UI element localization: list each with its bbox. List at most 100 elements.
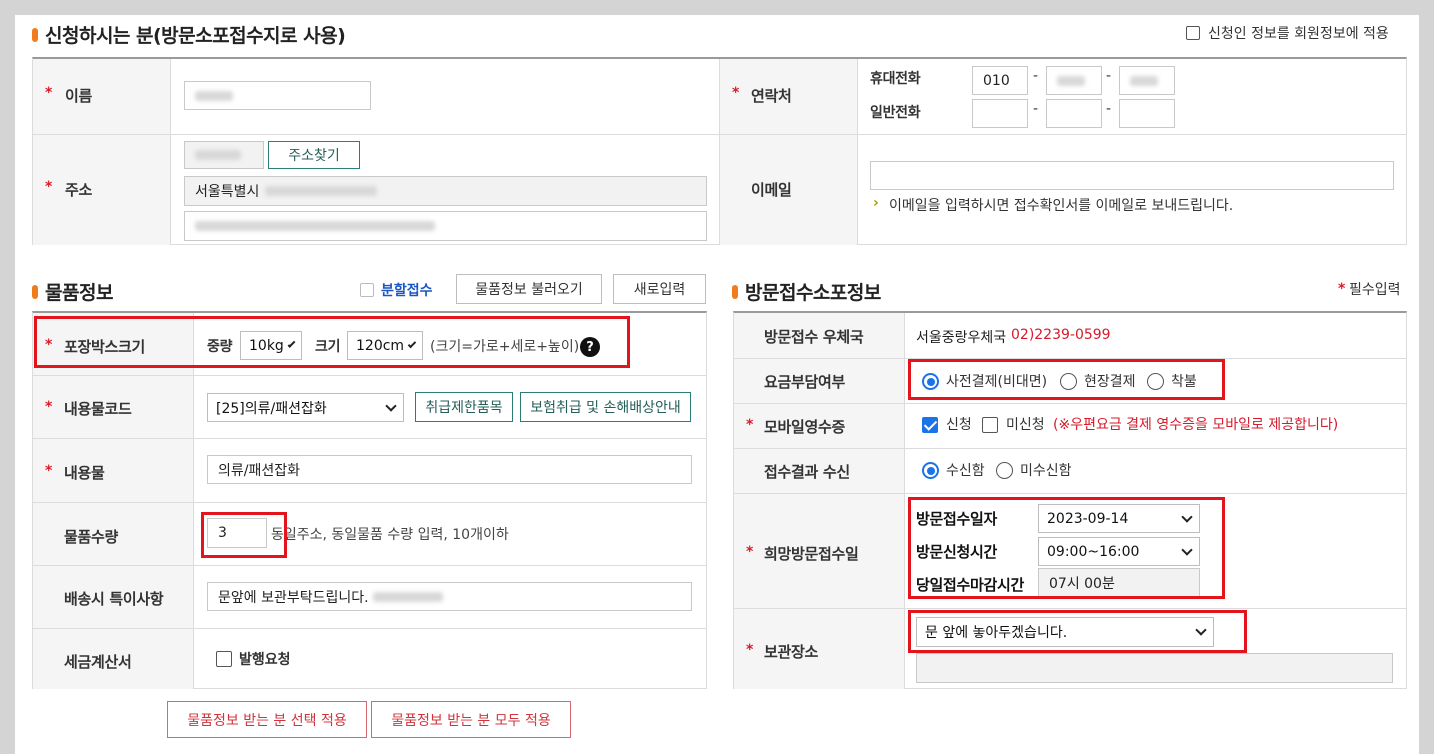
office-name: 서울중랑우체국	[916, 330, 1007, 346]
content-code-value: [25]의류/패션잡화	[216, 400, 327, 417]
bullet-icon	[32, 27, 38, 42]
email-input[interactable]	[870, 161, 1394, 190]
apply-member-checkbox[interactable]	[1186, 26, 1200, 40]
address-search-button[interactable]: 주소찾기	[268, 141, 360, 169]
storage-label: 보관장소	[764, 643, 819, 661]
bullet-icon	[732, 284, 738, 299]
bullet-icon	[32, 284, 38, 299]
postcode-input[interactable]	[184, 141, 264, 169]
address-line2-input[interactable]	[184, 211, 707, 241]
quantity-label: 물품수량	[64, 528, 119, 546]
receipt-apply-label: 신청	[946, 417, 972, 433]
applicant-section-title: 신청하시는 분(방문소포접수지로 사용)	[32, 21, 346, 48]
dash: -	[1106, 101, 1112, 117]
result-radio-yes[interactable]	[922, 462, 939, 479]
receipt-note: (※우편요금 결제 영수증을 모바일로 제공합니다)	[1053, 417, 1339, 433]
row-divider	[734, 493, 1406, 494]
row-divider	[734, 448, 1406, 449]
row-divider	[734, 608, 1406, 609]
required-note: 필수입력	[1349, 282, 1401, 298]
apply-selected-button[interactable]: 물품정보 받는 분 선택 적용	[167, 701, 367, 738]
address-label: 주소	[65, 181, 93, 199]
name-label: 이름	[65, 87, 93, 105]
office-phone: 02)2239-0599	[1011, 327, 1111, 343]
receipt-no-checkbox[interactable]	[982, 417, 998, 433]
split-checkbox[interactable]	[360, 283, 374, 297]
blurred-text	[1057, 75, 1085, 86]
mobile-part3[interactable]	[1119, 66, 1175, 95]
required-mark: *	[746, 544, 754, 560]
required-mark: *	[732, 85, 740, 101]
receipt-no-label: 미신청	[1006, 417, 1045, 433]
mobile-part2[interactable]	[1046, 66, 1102, 95]
tax-invoice-checkbox[interactable]	[216, 651, 232, 667]
new-input-button[interactable]: 새로입력	[613, 274, 706, 304]
office-label: 방문접수 우체국	[764, 328, 864, 346]
apply-all-button[interactable]: 물품정보 받는 분 모두 적용	[371, 701, 571, 738]
tax-invoice-label: 세금계산서	[64, 653, 132, 671]
payment-label: 요금부담여부	[764, 373, 846, 391]
row-divider	[33, 134, 1406, 135]
divider	[719, 59, 720, 245]
highlight-box	[201, 512, 287, 558]
email-label: 이메일	[751, 181, 792, 199]
highlight-box	[908, 359, 1225, 400]
divider	[857, 59, 858, 245]
delivery-note-input[interactable]: 문앞에 보관부탁드립니다.	[207, 582, 692, 611]
address-line1-input[interactable]: 서울특별시	[184, 176, 707, 206]
goods-th	[33, 313, 193, 689]
required-mark: *	[1338, 281, 1346, 297]
highlight-box	[34, 316, 630, 368]
delivery-note-text: 문앞에 보관부탁드립니다.	[218, 589, 369, 606]
dash: -	[1033, 101, 1039, 117]
email-note: 이메일을 입력하시면 접수확인서를 이메일로 보내드립니다.	[889, 198, 1234, 214]
blurred-text	[195, 150, 241, 160]
blurred-text	[1130, 75, 1158, 86]
row-divider	[734, 403, 1406, 404]
storage-detail-input[interactable]	[916, 653, 1393, 683]
apply-member-label: 신청인 정보를 회원정보에 적용	[1208, 26, 1389, 42]
dash: -	[1106, 68, 1112, 84]
landline-part3[interactable]	[1119, 99, 1175, 128]
restricted-items-button[interactable]: 취급제한품목	[415, 392, 513, 422]
row-divider	[33, 375, 706, 376]
content-code-label: 내용물코드	[64, 400, 132, 418]
required-mark: *	[45, 399, 53, 415]
applicant-table: * 이름 * 주소 주소찾기 서울특별시 * 연락처 휴대전화 010 - - …	[32, 57, 1407, 245]
highlight-box	[908, 497, 1225, 599]
blurred-text	[195, 90, 233, 101]
row-divider	[33, 565, 706, 566]
applicant-title-text: 신청하시는 분(방문소포접수지로 사용)	[45, 25, 346, 47]
required-mark: *	[746, 642, 754, 658]
row-divider	[33, 502, 706, 503]
result-radio-no[interactable]	[996, 462, 1013, 479]
row-divider	[33, 628, 706, 629]
landline-part2[interactable]	[1046, 99, 1102, 128]
result-label: 접수결과 수신	[764, 463, 850, 481]
divider	[170, 59, 171, 245]
receipt-apply-checkbox[interactable]	[922, 417, 938, 433]
highlight-box	[908, 610, 1247, 653]
name-input[interactable]	[184, 81, 371, 110]
insurance-info-button[interactable]: 보험취급 및 손해배상안내	[520, 392, 691, 422]
blurred-text	[195, 221, 435, 231]
landline-part1[interactable]	[972, 99, 1028, 128]
required-mark: *	[45, 463, 53, 479]
chevron-down-icon	[385, 399, 397, 412]
tax-invoice-option: 발행요청	[239, 652, 291, 668]
contact-label: 연락처	[751, 87, 792, 105]
content-input[interactable]: 의류/패션잡화	[207, 455, 692, 484]
content-code-select[interactable]: [25]의류/패션잡화	[207, 393, 404, 422]
page: 신청하시는 분(방문소포접수지로 사용) 신청인 정보를 회원정보에 적용 * …	[15, 15, 1419, 754]
dash: -	[1033, 68, 1039, 84]
required-mark: *	[45, 85, 53, 101]
pickup-th	[734, 313, 904, 689]
applicant-th-left	[33, 59, 170, 245]
mobile-part1[interactable]: 010	[972, 66, 1028, 95]
goods-section-title: 물품정보	[32, 278, 113, 305]
load-goods-button[interactable]: 물품정보 불러오기	[456, 274, 602, 304]
mobile-label: 휴대전화	[870, 71, 921, 87]
pickup-section-title: 방문접수소포정보	[732, 278, 881, 305]
blurred-text	[372, 591, 443, 602]
receipt-label: 모바일영수증	[764, 418, 846, 436]
